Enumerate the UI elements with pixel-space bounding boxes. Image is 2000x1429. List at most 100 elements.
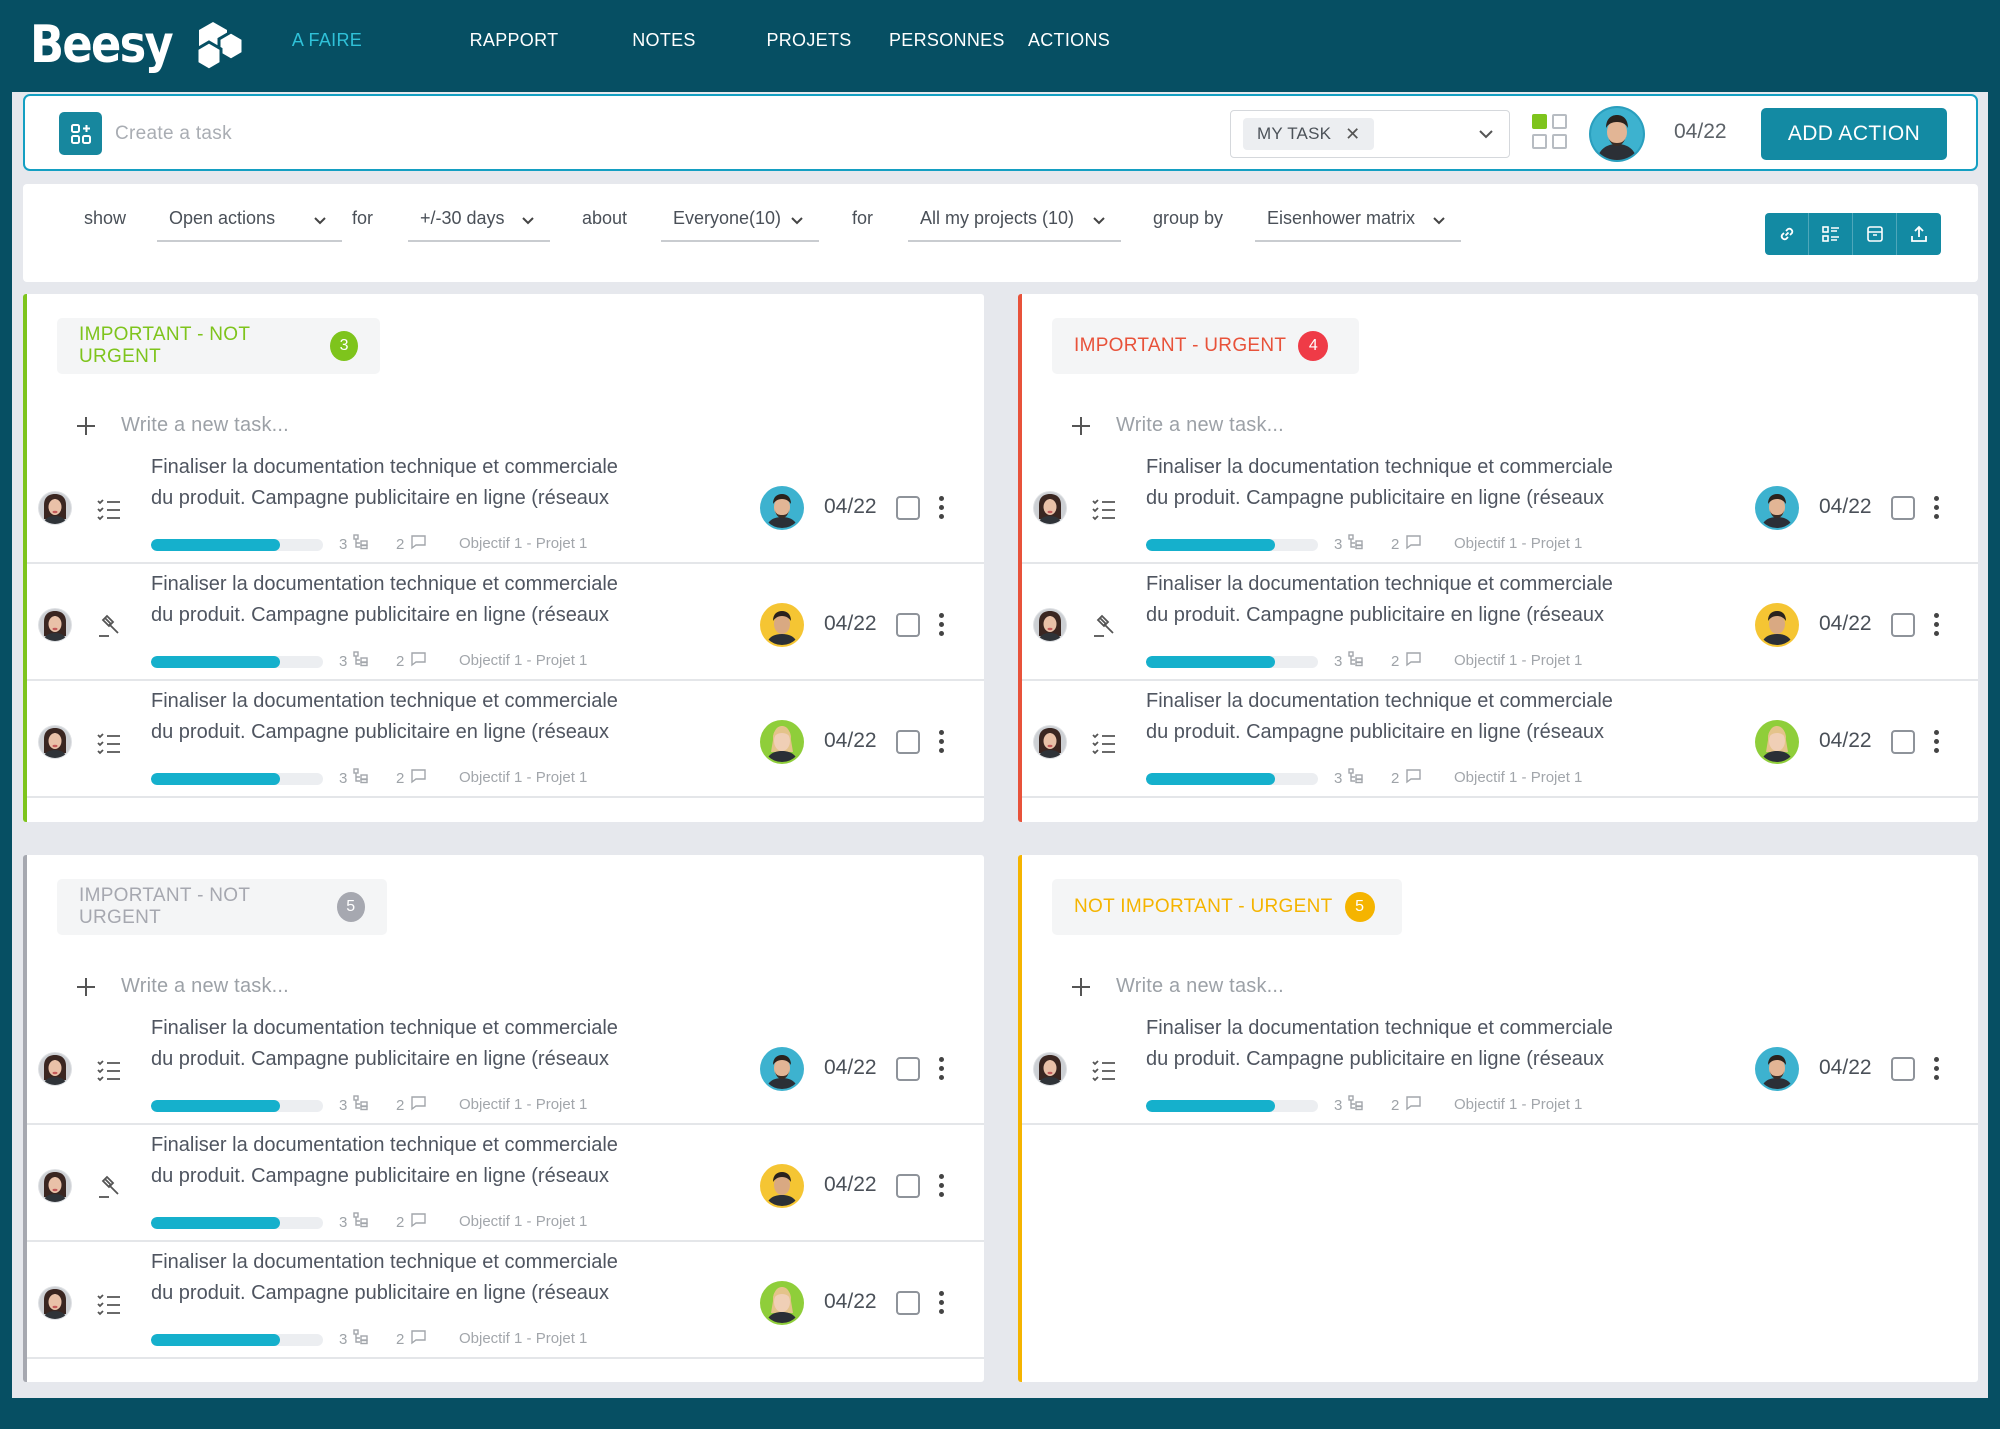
more-options-icon[interactable] xyxy=(937,610,945,638)
more-options-icon[interactable] xyxy=(937,493,945,521)
archive-icon[interactable] xyxy=(1853,213,1897,255)
group-by-select[interactable]: Eisenhower matrix xyxy=(1255,200,1461,242)
complete-checkbox[interactable] xyxy=(896,1174,920,1198)
assignee-avatar[interactable] xyxy=(1755,720,1799,764)
task-filter-select[interactable]: MY TASK ✕ xyxy=(1230,110,1510,158)
owner-avatar[interactable] xyxy=(1033,1052,1067,1086)
create-task-input[interactable] xyxy=(115,112,1175,155)
more-options-icon[interactable] xyxy=(937,1054,945,1082)
owner-avatar[interactable] xyxy=(38,1169,72,1203)
new-task-row[interactable]: Write a new task... xyxy=(75,414,289,437)
owner-avatar[interactable] xyxy=(1033,491,1067,525)
complete-checkbox[interactable] xyxy=(1891,496,1915,520)
owner-avatar[interactable] xyxy=(1033,725,1067,759)
nav-item-actions[interactable]: ACTIONS xyxy=(1024,0,1114,98)
complete-checkbox[interactable] xyxy=(896,1291,920,1315)
show-filter-select[interactable]: Open actions xyxy=(157,200,342,242)
task-row[interactable]: Finaliser la documentation technique et … xyxy=(27,1125,984,1242)
task-title[interactable]: Finaliser la documentation technique et … xyxy=(151,1247,681,1309)
task-title-line: Finaliser la documentation technique et … xyxy=(151,573,618,595)
task-row[interactable]: Finaliser la documentation technique et … xyxy=(1022,1008,1978,1125)
owner-avatar[interactable] xyxy=(38,725,72,759)
complete-checkbox[interactable] xyxy=(896,496,920,520)
more-options-icon[interactable] xyxy=(1932,727,1940,755)
task-title[interactable]: Finaliser la documentation technique et … xyxy=(1146,452,1676,514)
task-row[interactable]: Finaliser la documentation technique et … xyxy=(27,1242,984,1359)
assignee-avatar[interactable] xyxy=(760,486,804,530)
export-icon[interactable] xyxy=(1897,213,1941,255)
task-row[interactable]: Finaliser la documentation technique et … xyxy=(27,681,984,798)
task-title[interactable]: Finaliser la documentation technique et … xyxy=(151,569,681,631)
assignee-avatar[interactable] xyxy=(760,603,804,647)
assignee-avatar[interactable] xyxy=(1755,486,1799,530)
assignee-avatar[interactable] xyxy=(1755,1047,1799,1091)
more-options-icon[interactable] xyxy=(1932,610,1940,638)
list-view-icon[interactable] xyxy=(1809,213,1853,255)
complete-checkbox[interactable] xyxy=(896,1057,920,1081)
task-title[interactable]: Finaliser la documentation technique et … xyxy=(151,1130,681,1192)
assignee-avatar[interactable] xyxy=(760,1164,804,1208)
complete-checkbox[interactable] xyxy=(896,730,920,754)
task-row[interactable]: Finaliser la documentation technique et … xyxy=(1022,681,1978,798)
assignee-avatar[interactable] xyxy=(760,1281,804,1325)
more-options-icon[interactable] xyxy=(937,727,945,755)
nav-item-projets[interactable]: PROJETS xyxy=(754,0,864,98)
subtask-count-value: 3 xyxy=(339,769,348,787)
nav-item-notes[interactable]: NOTES xyxy=(619,0,709,98)
task-row[interactable]: Finaliser la documentation technique et … xyxy=(27,447,984,564)
task-title[interactable]: Finaliser la documentation technique et … xyxy=(1146,569,1676,631)
task-row[interactable]: Finaliser la documentation technique et … xyxy=(1022,447,1978,564)
task-objective: Objectif 1 - Projet 1 xyxy=(459,535,588,552)
new-task-row[interactable]: Write a new task... xyxy=(75,975,289,998)
task-row[interactable]: Finaliser la documentation technique et … xyxy=(1022,564,1978,681)
complete-checkbox[interactable] xyxy=(896,613,920,637)
nav-item-personnes[interactable]: PERSONNES xyxy=(889,0,1004,98)
comment-count: 2 xyxy=(1391,651,1422,671)
projects-filter-select[interactable]: All my projects (10) xyxy=(908,200,1121,242)
owner-avatar[interactable] xyxy=(38,608,72,642)
view-grid-toggle-icon[interactable] xyxy=(1532,114,1572,154)
top-navigation: Beesy A FAIRE RAPPORT NOTES PROJETS PERSONNE… xyxy=(0,0,2000,98)
owner-avatar[interactable] xyxy=(1033,608,1067,642)
due-date: 04/22 xyxy=(824,1173,877,1196)
panel-title: IMPORTANT - NOT URGENT xyxy=(79,324,250,367)
assignee-avatar[interactable] xyxy=(1755,603,1799,647)
assignee-avatar[interactable] xyxy=(760,720,804,764)
nav-item-rapport[interactable]: RAPPORT xyxy=(454,0,574,98)
filter-label-for-projects: for xyxy=(852,208,874,228)
current-user-avatar[interactable] xyxy=(1589,106,1645,162)
owner-avatar[interactable] xyxy=(38,491,72,525)
people-filter-select[interactable]: Everyone(10) xyxy=(661,200,819,242)
progress-bar xyxy=(151,1217,323,1229)
task-row[interactable]: Finaliser la documentation technique et … xyxy=(27,564,984,681)
more-options-icon[interactable] xyxy=(937,1171,945,1199)
task-title[interactable]: Finaliser la documentation technique et … xyxy=(151,686,681,748)
assignee-avatar[interactable] xyxy=(760,1047,804,1091)
task-title[interactable]: Finaliser la documentation technique et … xyxy=(151,452,681,514)
more-options-icon[interactable] xyxy=(1932,1054,1940,1082)
remove-chip-icon[interactable]: ✕ xyxy=(1345,124,1360,145)
link-icon[interactable] xyxy=(1765,213,1809,255)
owner-avatar[interactable] xyxy=(38,1286,72,1320)
nav-item-a-faire[interactable]: A FAIRE xyxy=(245,0,409,98)
more-options-icon[interactable] xyxy=(937,1288,945,1316)
subtask-count-value: 3 xyxy=(339,535,348,553)
beesy-logo[interactable]: Beesy xyxy=(30,12,247,78)
complete-checkbox[interactable] xyxy=(1891,730,1915,754)
more-options-icon[interactable] xyxy=(1932,493,1940,521)
new-task-row[interactable]: Write a new task... xyxy=(1070,414,1284,437)
period-filter-select[interactable]: +/-30 days xyxy=(408,200,550,242)
add-widget-icon[interactable] xyxy=(59,112,102,155)
owner-avatar[interactable] xyxy=(38,1052,72,1086)
task-title[interactable]: Finaliser la documentation technique et … xyxy=(151,1013,681,1075)
subtask-count: 3 xyxy=(339,651,369,671)
task-row[interactable]: Finaliser la documentation technique et … xyxy=(27,1008,984,1125)
task-objective: Objectif 1 - Projet 1 xyxy=(1454,1096,1583,1113)
add-action-button[interactable]: ADD ACTION xyxy=(1761,108,1947,160)
task-title[interactable]: Finaliser la documentation technique et … xyxy=(1146,686,1676,748)
new-task-row[interactable]: Write a new task... xyxy=(1070,975,1284,998)
complete-checkbox[interactable] xyxy=(1891,1057,1915,1081)
plus-icon xyxy=(77,416,95,435)
task-title[interactable]: Finaliser la documentation technique et … xyxy=(1146,1013,1676,1075)
complete-checkbox[interactable] xyxy=(1891,613,1915,637)
